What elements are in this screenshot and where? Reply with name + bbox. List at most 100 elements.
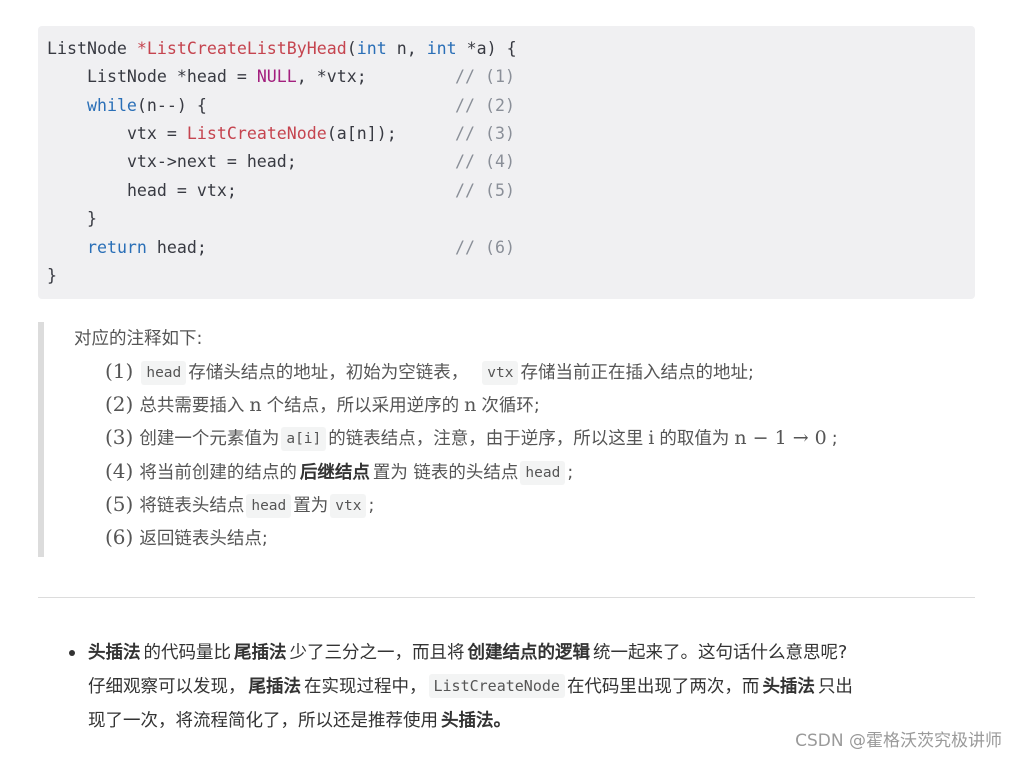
code-comment: // (3) [455,124,515,143]
annotation-item: (4) 将当前创建的结点的 后继结点 置为 链表的头结点 head; [105,456,573,486]
annotation-text: 个结点，所以采用逆序的 [266,396,460,416]
annotation-item: (6) 返回链表头结点; [105,522,268,552]
keyword: return [86,238,147,257]
annotation-number: (4) [105,459,134,483]
code-comment: // (5) [455,181,515,200]
code-token: head; [146,238,207,257]
code-line: vtx->next = head; // (4) [47,148,947,176]
code-line: return head; // (6) [47,234,947,262]
annotation-text: ; [567,463,574,483]
annotation-number: (2) [105,392,134,416]
code-token: * [136,39,147,58]
annotation-text: 存储当前正在插入结点的地址; [520,363,754,383]
annotation-number: (3) [105,425,134,449]
code-comment: // (1) [455,67,515,86]
inline-code: head [246,494,292,518]
bullet-icon [69,650,75,656]
code-token: (a[n]); [326,124,397,143]
code-token: } [86,209,97,228]
code-token: ( [346,39,357,58]
paragraph-text: 只出 [817,677,853,697]
code-line: } [47,262,57,290]
horizontal-divider [38,597,975,598]
keyword: NULL [256,67,297,86]
math-variable: n [249,394,262,416]
code-line: ListNode *head = NULL, *vtx; // (1) [47,63,947,91]
quote-bar [38,322,44,557]
annotation-number: (6) [105,525,134,549]
bold-text: 创建结点的逻辑 [467,643,591,663]
annotation-text: 的链表结点，注意，由于逆序，所以这里 [328,429,644,449]
paragraph-text: 在代码里出现了两次，而 [566,677,760,697]
bold-text: 头插法。 [441,711,511,731]
inline-code: a[i] [281,427,327,451]
annotation-item: (5) 将链表头结点 head 置为 vtx; [105,489,374,519]
inline-code: head [520,461,566,485]
code-token: ListNode [47,39,137,58]
code-line: while(n--) { // (2) [47,92,947,120]
code-line: head = vtx; // (5) [47,177,947,205]
code-token: } [47,266,57,285]
annotation-text: 次循环; [481,396,540,416]
function-name: ListCreateListByHead [146,39,347,58]
inline-code: ListCreateNode [428,674,565,698]
annotation-text: 将链表头结点 [139,496,245,516]
function-name: ListCreateNode [186,124,327,143]
annotation-item: (3) 创建一个元素值为 a[i] 的链表结点，注意，由于逆序，所以这里 i 的取值为 n … [105,422,838,452]
code-block: ListNode *ListCreateListByHead(int n, in… [38,26,975,299]
paragraph-text: 仔细观察可以发现， [88,677,246,697]
inline-code: vtx [482,361,519,385]
annotation-text: ; [831,429,838,449]
annotation-text: 将当前创建的结点的 [139,463,297,483]
bold-text: 尾插法 [248,677,302,697]
inline-code: head [141,361,187,385]
annotation-intro: 对应的注释如下: [74,329,203,349]
code-line: } [47,205,97,233]
paragraph-text: 在实现过程中， [304,677,427,697]
annotation-text: 置为 [293,496,329,516]
math-variable: i [648,427,655,449]
annotation-text: 返回链表头结点; [139,529,268,549]
bold-text: 后继结点 [299,463,370,483]
paragraph-text: 现了一次，将流程简化了，所以还是推荐使用 [88,711,438,731]
paragraph-line: 现了一次，将流程简化了，所以还是推荐使用 头插法。 [88,705,514,737]
code-token: , *vtx; [296,67,367,86]
keyword: int [356,39,387,58]
annotation-text: ; [368,496,375,516]
code-token: ListNode *head = [86,67,257,86]
code-comment: // (6) [455,238,515,257]
code-token: head = vtx; [126,181,237,200]
code-token: vtx = [126,124,187,143]
math-expression: n − 1 → 0 [734,427,827,449]
code-token: vtx->next = head; [126,152,297,171]
code-line: ListNode *ListCreateListByHead(int n, in… [47,35,517,63]
keyword: while [86,96,137,115]
code-line: vtx = ListCreateNode(a[n]); // (3) [47,120,947,148]
annotation-blockquote: 对应的注释如下: (1) head 存储头结点的地址，初始为空链表， vtx 存储当前正… [38,322,975,557]
bold-text: 头插法 [762,677,815,697]
annotation-item: (2) 总共需要插入 n 个结点，所以采用逆序的 n 次循环; [105,389,540,419]
code-comment: // (2) [455,96,515,115]
annotation-text: 创建一个元素值为 [139,429,280,449]
code-comment: // (4) [455,152,515,171]
csdn-watermark: CSDN @霍格沃茨究极讲师 [795,731,1002,751]
paragraph-text: 少了三分之一，而且将 [289,643,465,663]
bold-text: 头插法 [88,643,141,663]
annotation-text: 总共需要插入 [139,396,245,416]
annotation-text: 存储头结点的地址，初始为空链表， [188,363,469,383]
keyword: int [426,39,457,58]
paragraph-text: 的代码量比 [143,643,232,663]
annotation-text: 置为 链表的头结点 [372,463,519,483]
annotation-item: (1) head 存储头结点的地址，初始为空链表， vtx 存储当前正在插入结点的地址; [105,356,754,386]
paragraph-line: 头插法 的代码量比 尾插法 少了三分之一，而且将 创建结点的逻辑 统一起来了。这句话什么意… [88,637,847,669]
math-variable: n [464,394,477,416]
code-token: *a) { [456,39,517,58]
code-token: n, [386,39,427,58]
annotation-text: 的取值为 [659,429,730,449]
annotation-number: (5) [105,492,134,516]
code-token: (n--) { [136,96,207,115]
inline-code: vtx [330,494,367,518]
annotation-number: (1) [105,359,134,383]
paragraph-text: 统一起来了。这句话什么意思呢? [593,643,848,663]
bold-text: 尾插法 [234,643,287,663]
